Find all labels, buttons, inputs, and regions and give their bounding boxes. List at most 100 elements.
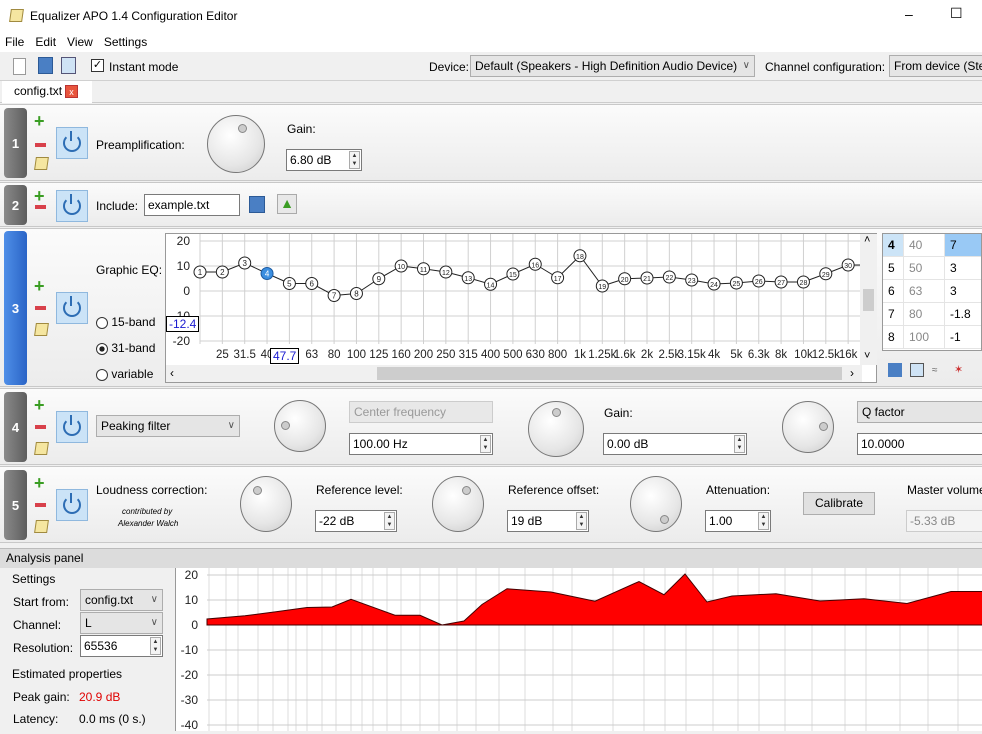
add-icon[interactable]: + xyxy=(34,474,45,492)
spin-arrows[interactable]: ▲ ▼ xyxy=(576,512,587,530)
vertical-scrollbar[interactable]: ˄ ˅ xyxy=(860,234,877,365)
frequency-input[interactable]: 100.00 Hz ▲ ▼ xyxy=(349,433,493,455)
preamp-gain-input[interactable]: 6.80 dB ▲ ▼ xyxy=(286,149,362,171)
scroll-left-icon[interactable]: ‹ xyxy=(170,366,174,380)
q-input[interactable]: 10.0000 xyxy=(857,433,982,455)
q-type-select[interactable]: Q factor xyxy=(857,401,982,423)
spin-arrows[interactable]: ▲ ▼ xyxy=(384,512,395,530)
power-toggle[interactable] xyxy=(56,489,88,521)
open-file-icon[interactable] xyxy=(249,196,265,213)
remove-icon[interactable] xyxy=(35,205,46,209)
menu-settings[interactable]: Settings xyxy=(104,35,147,49)
add-icon[interactable]: + xyxy=(34,112,45,130)
analysis-chart[interactable]: 20 10 0 -10 -20 -30 -40 xyxy=(176,568,982,732)
remove-icon[interactable] xyxy=(35,503,46,507)
table-row-number[interactable]: 7 xyxy=(883,303,904,326)
table-frequency-cell[interactable]: 80 xyxy=(904,303,945,326)
table-frequency-cell[interactable]: 63 xyxy=(904,280,945,303)
add-icon[interactable]: + xyxy=(34,396,45,414)
calibrate-button[interactable]: Calibrate xyxy=(803,492,875,515)
menu-view[interactable]: View xyxy=(67,35,93,49)
power-toggle[interactable] xyxy=(56,411,88,443)
new-file-icon[interactable] xyxy=(13,58,26,75)
edit-icon[interactable] xyxy=(34,323,49,336)
edit-icon[interactable] xyxy=(34,520,49,533)
power-toggle[interactable] xyxy=(56,127,88,159)
device-select[interactable]: Default (Speakers - High Definition Audi… xyxy=(470,55,755,77)
table-gain-cell[interactable]: -1 xyxy=(945,326,981,349)
table-frequency-cell[interactable]: 40 xyxy=(904,234,945,257)
table-row-number[interactable]: 8 xyxy=(883,326,904,349)
power-toggle[interactable] xyxy=(56,292,88,324)
table-gain-cell[interactable]: 3 xyxy=(945,280,981,303)
radio-31-band[interactable]: 31-band xyxy=(96,341,155,355)
table-row-number[interactable]: 5 xyxy=(883,257,904,280)
power-toggle[interactable] xyxy=(56,190,88,222)
channel-select[interactable]: L ∨ xyxy=(80,612,163,634)
maximize-button[interactable]: ☐ xyxy=(950,5,963,22)
remove-icon[interactable] xyxy=(35,143,46,147)
minimize-button[interactable]: – xyxy=(905,6,913,22)
reference-offset-knob[interactable] xyxy=(432,476,484,532)
save-as-icon[interactable] xyxy=(61,57,76,74)
filter-type-select[interactable]: Peaking filter ∨ xyxy=(96,415,240,437)
instant-mode-checkbox[interactable]: ✓ xyxy=(91,59,104,72)
table-gain-cell[interactable]: 3 xyxy=(945,257,981,280)
add-icon[interactable]: + xyxy=(34,277,45,295)
reference-level-input[interactable]: -22 dB ▲ ▼ xyxy=(315,510,397,532)
include-file-input[interactable]: example.txt xyxy=(144,194,240,216)
table-gain-cell[interactable]: -1.8 xyxy=(945,303,981,326)
center-frequency-select[interactable]: Center frequency xyxy=(349,401,493,423)
spin-arrows[interactable]: ▲ ▼ xyxy=(734,435,745,453)
edit-icon[interactable] xyxy=(34,442,49,455)
frequency-knob[interactable] xyxy=(274,400,326,452)
resolution-input[interactable]: 65536 ▲ ▼ xyxy=(80,635,163,657)
scrollbar-thumb[interactable] xyxy=(377,367,842,380)
open-include-icon[interactable]: ▲ xyxy=(277,194,297,214)
spin-arrows[interactable]: ▲ ▼ xyxy=(480,435,491,453)
attenuation-input[interactable]: 1.00 ▲ ▼ xyxy=(705,510,771,532)
graphic-eq-graph[interactable]: 20100-10-202531.540638010012516020025031… xyxy=(165,233,877,383)
remove-icon[interactable] xyxy=(35,306,46,310)
attenuation-knob[interactable] xyxy=(630,476,682,532)
load-eq-icon[interactable] xyxy=(910,363,924,377)
edit-icon[interactable] xyxy=(34,157,49,170)
q-knob[interactable] xyxy=(782,401,834,453)
table-gain-cell[interactable]: 7 xyxy=(945,234,981,257)
table-frequency-cell[interactable]: 50 xyxy=(904,257,945,280)
table-row-number[interactable]: 4 xyxy=(883,234,904,257)
spin-arrows[interactable]: ▲ ▼ xyxy=(758,512,769,530)
close-tab-icon[interactable]: x xyxy=(65,85,79,99)
analysis-graph[interactable]: 20 10 0 -10 -20 -30 -40 xyxy=(175,568,982,732)
scroll-up-icon[interactable]: ˄ xyxy=(864,234,870,246)
save-icon[interactable] xyxy=(38,57,53,74)
menu-file[interactable]: File xyxy=(5,35,24,49)
tab-config[interactable]: config.txt x xyxy=(2,81,92,103)
remove-icon[interactable] xyxy=(35,425,46,429)
band-table[interactable]: 4 40 7 5 50 3 6 63 3 7 80 -1.8 8 100 -1 xyxy=(882,233,982,351)
channel-config-select[interactable]: From device (Stereo) xyxy=(889,55,982,77)
save-eq-icon[interactable] xyxy=(888,363,902,377)
table-frequency-cell[interactable]: 100 xyxy=(904,326,945,349)
radio-15-band[interactable]: 15-band xyxy=(96,315,155,329)
table-row-number[interactable]: 6 xyxy=(883,280,904,303)
reference-level-knob[interactable] xyxy=(240,476,292,532)
horizontal-scrollbar[interactable]: ‹ › xyxy=(166,365,862,382)
band-number: 24 xyxy=(710,282,718,289)
flatten-icon[interactable]: ≈ xyxy=(932,365,938,376)
band-number: 30 xyxy=(844,263,852,270)
scroll-right-icon[interactable]: › xyxy=(850,366,854,380)
preamp-knob[interactable] xyxy=(207,115,265,173)
gain-knob[interactable] xyxy=(528,401,584,457)
reference-offset-input[interactable]: 19 dB ▲ ▼ xyxy=(507,510,589,532)
radio-variable[interactable]: variable xyxy=(96,367,153,381)
invert-icon[interactable]: ✶ xyxy=(954,363,963,376)
spin-arrows[interactable]: ▲ ▼ xyxy=(349,151,360,169)
gain-input[interactable]: 0.00 dB ▲ ▼ xyxy=(603,433,747,455)
add-icon[interactable]: + xyxy=(34,187,45,205)
scrollbar-thumb[interactable] xyxy=(863,289,874,311)
scroll-down-icon[interactable]: ˅ xyxy=(864,350,870,362)
spin-arrows[interactable]: ▲ ▼ xyxy=(150,637,161,655)
menu-edit[interactable]: Edit xyxy=(35,35,56,49)
start-from-select[interactable]: config.txt ∨ xyxy=(80,589,163,611)
